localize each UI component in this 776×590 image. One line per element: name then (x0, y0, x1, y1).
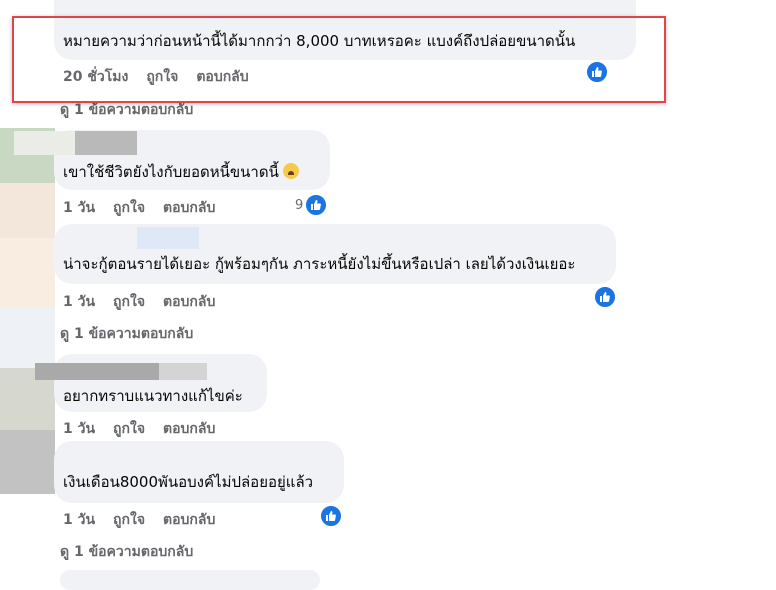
comment-text-content: เขาใช้ชีวิตยังไงกับยอดหนี้ขนาดนี้ (63, 163, 279, 181)
view-replies-link[interactable]: ดู 1 ข้อความตอบกลับ (60, 541, 193, 563)
comment-actions: 1 วัน ถูกใจ ตอบกลับ (63, 509, 215, 531)
highlight-box (12, 16, 666, 103)
commenter-name-blur (75, 131, 137, 155)
thumbs-up-icon[interactable] (593, 285, 617, 309)
comment-text: เงินเดือน8000พันอบงค์ไม่ปล่อยอยู่แล้ว (63, 473, 314, 491)
avatar-blur (0, 183, 55, 238)
comment-bubble (60, 570, 320, 590)
comment-time[interactable]: 1 วัน (63, 291, 95, 313)
commenter-name-blur (137, 227, 199, 249)
commenter-name-blur (14, 131, 76, 155)
like-button[interactable]: ถูกใจ (113, 418, 145, 440)
comment-text: เขาใช้ชีวิตยังไงกับยอดหนี้ขนาดนี้ (63, 162, 299, 182)
comment-actions: 1 วัน ถูกใจ ตอบกลับ (63, 291, 215, 313)
thumbs-up-icon[interactable] (319, 504, 343, 528)
comment-time[interactable]: 1 วัน (63, 197, 95, 219)
reply-button[interactable]: ตอบกลับ (163, 509, 215, 531)
reaction-count[interactable]: 9 (295, 198, 303, 213)
commenter-name-blur (159, 363, 207, 380)
comment-actions: 1 วัน ถูกใจ ตอบกลับ (63, 418, 215, 440)
comment-time[interactable]: 1 วัน (63, 509, 95, 531)
avatar-blur (0, 430, 55, 494)
avatar-blur (0, 308, 55, 368)
reply-button[interactable]: ตอบกลับ (163, 418, 215, 440)
like-button[interactable]: ถูกใจ (113, 509, 145, 531)
comment-text: น่าจะกู้ตอนรายได้เยอะ กู้พร้อมๆกัน ภาระห… (63, 255, 576, 273)
like-button[interactable]: ถูกใจ (113, 291, 145, 313)
comment-actions: 1 วัน ถูกใจ ตอบกลับ (63, 197, 215, 219)
thumbs-up-icon[interactable] (304, 193, 328, 217)
crying-face-emoji (282, 163, 299, 179)
reply-button[interactable]: ตอบกลับ (163, 197, 215, 219)
commenter-name-blur (35, 363, 159, 380)
comment-time[interactable]: 1 วัน (63, 418, 95, 440)
avatar-blur (0, 238, 55, 308)
view-replies-link[interactable]: ดู 1 ข้อความตอบกลับ (60, 323, 193, 345)
comment-text: อยากทราบแนวทางแก้ไขค่ะ (63, 387, 243, 405)
like-button[interactable]: ถูกใจ (113, 197, 145, 219)
reply-button[interactable]: ตอบกลับ (163, 291, 215, 313)
